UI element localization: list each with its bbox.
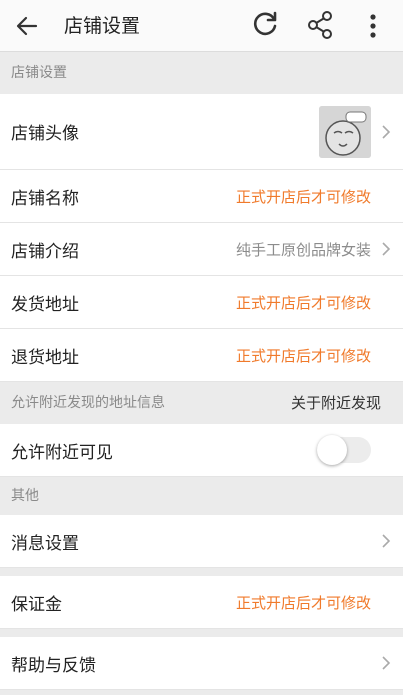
row-label: 消息设置 bbox=[11, 533, 79, 554]
section-title: 允许附近发现的地址信息 bbox=[11, 395, 165, 411]
row-label: 保证金 bbox=[11, 594, 62, 615]
row-return-address[interactable]: 退货地址 正式开店后才可修改 bbox=[0, 329, 403, 382]
more-icon[interactable] bbox=[362, 12, 384, 40]
row-label: 店铺头像 bbox=[11, 124, 79, 144]
divider-gap bbox=[0, 568, 403, 576]
chevron-right-icon bbox=[382, 124, 391, 139]
row-deposit[interactable]: 保证金 正式开店后才可修改 bbox=[0, 576, 403, 629]
avatar bbox=[319, 106, 371, 158]
divider-gap bbox=[0, 629, 403, 637]
row-label: 店铺名称 bbox=[11, 188, 79, 209]
toggle-knob bbox=[317, 435, 347, 465]
row-help-feedback[interactable]: 帮助与反馈 bbox=[0, 637, 403, 690]
row-label: 退货地址 bbox=[11, 347, 79, 368]
row-label: 发货地址 bbox=[11, 294, 79, 315]
chevron-right-icon bbox=[382, 656, 391, 670]
row-value: 正式开店后才可修改 bbox=[235, 187, 371, 206]
chevron-right-icon bbox=[382, 242, 391, 256]
row-label: 帮助与反馈 bbox=[11, 655, 96, 676]
row-value: 正式开店后才可修改 bbox=[235, 346, 371, 365]
row-nearby-visible: 允许附近可见 bbox=[0, 424, 403, 477]
nearby-visible-toggle[interactable] bbox=[317, 435, 371, 465]
page-title: 店铺设置 bbox=[64, 15, 141, 37]
section-header-other: 其他 bbox=[0, 477, 403, 515]
avatar-image bbox=[319, 106, 371, 158]
refresh-icon[interactable] bbox=[250, 10, 280, 40]
row-label: 店铺介绍 bbox=[11, 241, 79, 262]
share-icon[interactable] bbox=[306, 10, 334, 40]
row-label: 允许附近可见 bbox=[11, 442, 113, 463]
section-header-store: 店铺设置 bbox=[0, 52, 403, 94]
section-header-nearby: 允许附近发现的地址信息 关于附近发现 bbox=[0, 382, 403, 424]
row-store-intro[interactable]: 店铺介绍 纯手工原创品牌女装 bbox=[0, 223, 403, 276]
top-bar: 店铺设置 bbox=[0, 0, 403, 52]
row-value: 正式开店后才可修改 bbox=[235, 293, 371, 312]
row-message-settings[interactable]: 消息设置 bbox=[0, 515, 403, 568]
back-arrow-icon[interactable] bbox=[14, 13, 40, 39]
row-shipping-address[interactable]: 发货地址 正式开店后才可修改 bbox=[0, 276, 403, 329]
row-store-name[interactable]: 店铺名称 正式开店后才可修改 bbox=[0, 170, 403, 223]
chevron-right-icon bbox=[382, 534, 391, 548]
row-value: 纯手工原创品牌女装 bbox=[235, 240, 371, 259]
row-value: 正式开店后才可修改 bbox=[235, 593, 371, 612]
row-store-avatar[interactable]: 店铺头像 bbox=[0, 94, 403, 170]
about-nearby-link[interactable]: 关于附近发现 bbox=[291, 382, 381, 424]
